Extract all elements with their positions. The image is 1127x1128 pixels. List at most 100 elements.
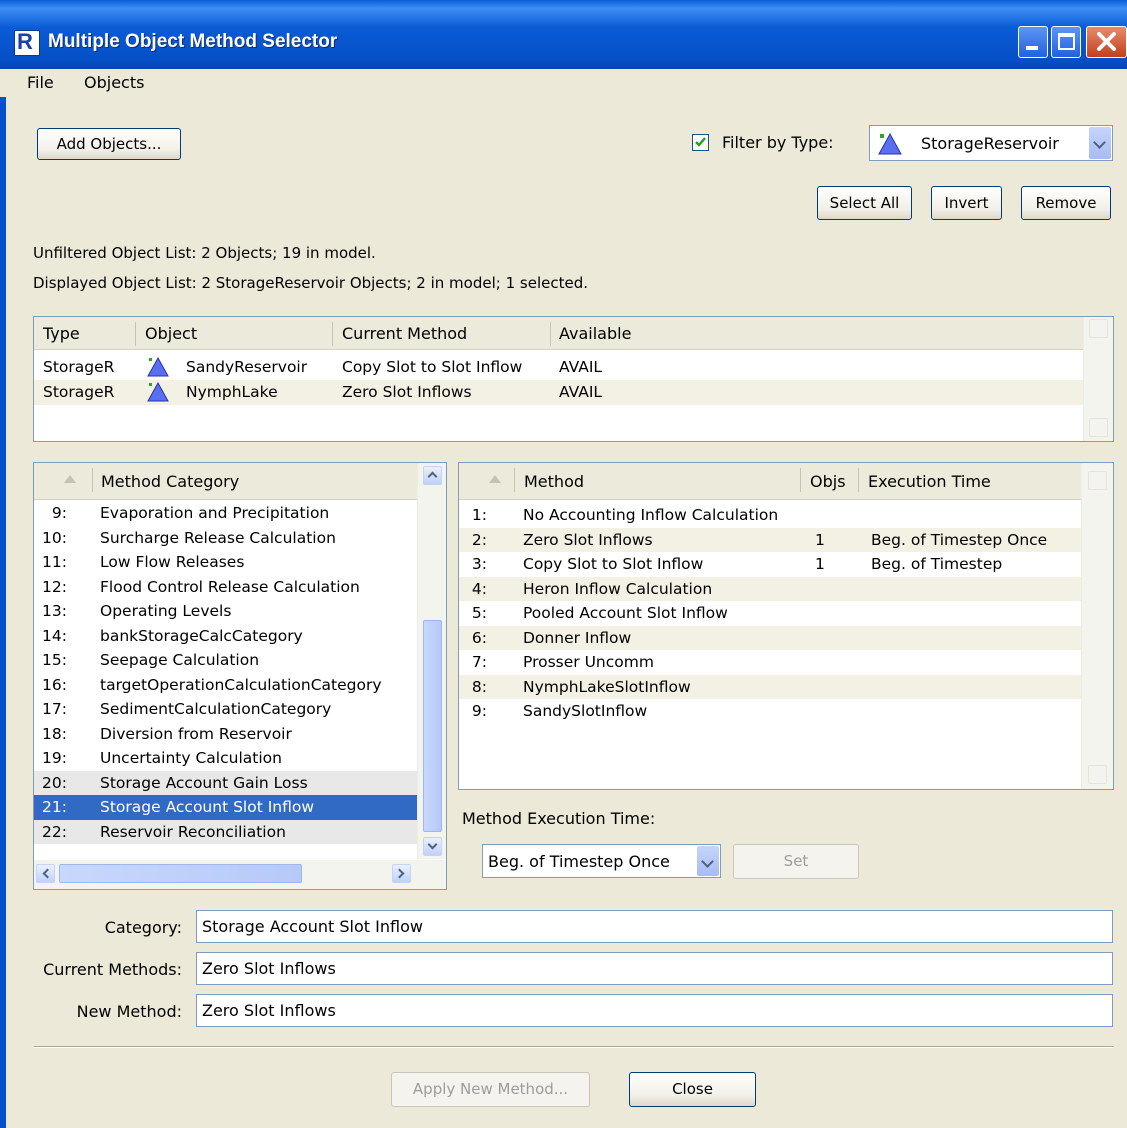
method-list-item[interactable]: 4: Heron Inflow Calculation: [459, 576, 1081, 601]
scroll-up-button[interactable]: [1089, 319, 1108, 338]
invert-button[interactable]: Invert: [931, 186, 1002, 220]
scroll-left-button[interactable]: [36, 864, 55, 883]
column-header-method-category[interactable]: Method Category: [101, 463, 239, 500]
category-name: targetOperationCalculationCategory: [100, 675, 382, 694]
close-window-button[interactable]: [1086, 26, 1127, 58]
chevron-down-icon: [1089, 127, 1111, 159]
category-list-item[interactable]: 17: SedimentCalculationCategory: [34, 697, 417, 722]
category-list-item[interactable]: 19: Uncertainty Calculation: [34, 746, 417, 771]
method-list-item[interactable]: 3: Copy Slot to Slot Inflow 1 Beg. of Times…: [459, 552, 1081, 577]
scroll-thumb-horizontal[interactable]: [59, 864, 302, 883]
checkmark-icon: [695, 137, 706, 147]
category-name: Surcharge Release Calculation: [100, 528, 336, 547]
category-list-item[interactable]: 21: Storage Account Slot Inflow: [34, 795, 417, 820]
scroll-down-button[interactable]: [423, 837, 442, 856]
type-filter-value: StorageReservoir: [921, 134, 1059, 153]
execution-time-value: Beg. of Timestep Once: [488, 852, 670, 871]
method-list-item[interactable]: 2: Zero Slot Inflows 1 Beg. of Timestep Onc…: [459, 527, 1081, 552]
remove-button[interactable]: Remove: [1021, 186, 1111, 220]
category-list-vscrollbar[interactable]: [417, 463, 446, 859]
method-execution-time: Beg. of Timestep: [871, 555, 1003, 573]
method-execution-time-label: Method Execution Time:: [462, 809, 656, 828]
method-list-item[interactable]: 6: Donner Inflow: [459, 625, 1081, 650]
category-number: 18:: [42, 724, 67, 743]
object-current-method: Copy Slot to Slot Inflow: [342, 358, 523, 376]
method-name: No Accounting Inflow Calculation: [523, 506, 779, 524]
method-list-item[interactable]: 7: Prosser Uncomm: [459, 650, 1081, 675]
method-list-item[interactable]: 5: Pooled Account Slot Inflow: [459, 601, 1081, 626]
sort-arrow-icon: [64, 475, 76, 483]
method-execution-time: Beg. of Timestep Once: [871, 530, 1048, 549]
category-name: Low Flow Releases: [100, 553, 245, 571]
method-list-item[interactable]: 8: NymphLakeSlotInflow: [459, 674, 1081, 699]
method-number: 2:: [471, 530, 487, 549]
new-method-field[interactable]: Zero Slot Inflows: [196, 994, 1113, 1027]
method-name: Prosser Uncomm: [523, 653, 654, 671]
category-list-item[interactable]: 22: Reservoir Reconciliation: [34, 819, 417, 844]
method-number: 8:: [471, 677, 487, 696]
displayed-summary: Displayed Object List: 2 StorageReservoi…: [33, 274, 588, 292]
filter-by-type-checkbox[interactable]: [692, 134, 709, 151]
menu-objects[interactable]: Objects: [84, 73, 144, 92]
new-method-label: New Method:: [76, 1002, 182, 1021]
method-number: 4:: [471, 579, 487, 598]
maximize-button[interactable]: [1051, 26, 1081, 58]
scroll-up-button[interactable]: [1088, 471, 1107, 490]
category-list-hscrollbar[interactable]: [34, 860, 446, 889]
category-list-item[interactable]: 13: Operating Levels: [34, 599, 417, 624]
category-number: 12:: [42, 577, 67, 596]
type-filter-select[interactable]: StorageReservoir: [869, 125, 1113, 161]
minimize-button[interactable]: [1018, 26, 1048, 58]
scroll-right-button[interactable]: [392, 864, 411, 883]
app-icon: R: [14, 29, 40, 56]
scroll-down-button[interactable]: [1088, 765, 1107, 784]
object-table-scrollbar[interactable]: [1083, 317, 1113, 441]
method-list-item[interactable]: 1: No Accounting Inflow Calculation: [459, 503, 1081, 528]
table-row[interactable]: StorageR SandyReservoir Copy Slot to Slo…: [34, 355, 1083, 380]
category-list-item[interactable]: 10: Surcharge Release Calculation: [34, 526, 417, 551]
category-list-item[interactable]: 9: Evaporation and Precipitation: [34, 501, 417, 526]
column-header-method[interactable]: Method: [524, 463, 584, 500]
category-list-item[interactable]: 16: targetOperationCalculationCategory: [34, 673, 417, 698]
scroll-thumb[interactable]: [423, 620, 442, 832]
column-header-object[interactable]: Object: [145, 317, 197, 350]
column-header-execution-time[interactable]: Execution Time: [868, 463, 991, 500]
method-objs: 1: [815, 555, 825, 573]
method-list: Method Objs Execution Time 1: No Accounti…: [458, 462, 1114, 790]
menu-file[interactable]: File: [27, 73, 54, 92]
method-category-list: Method Category 9: Evaporation and Precip…: [33, 462, 447, 890]
category-list-item[interactable]: 11: Low Flow Releases: [34, 550, 417, 575]
select-all-button[interactable]: Select All: [817, 186, 912, 220]
table-row[interactable]: StorageR NymphLake Zero Slot Inflows AVA…: [34, 380, 1083, 405]
category-list-item[interactable]: 12: Flood Control Release Calculation: [34, 575, 417, 600]
apply-new-method-button[interactable]: Apply New Method...: [391, 1072, 590, 1107]
column-header-objs[interactable]: Objs: [810, 463, 846, 500]
current-methods-field[interactable]: Zero Slot Inflows: [196, 952, 1113, 985]
category-name: Operating Levels: [100, 602, 232, 620]
column-header-type[interactable]: Type: [43, 317, 80, 350]
add-objects-button[interactable]: Add Objects...: [37, 128, 181, 160]
set-button[interactable]: Set: [733, 844, 859, 879]
scroll-down-button[interactable]: [1089, 418, 1108, 437]
scroll-up-button[interactable]: [423, 466, 442, 485]
category-list-item[interactable]: 20: Storage Account Gain Loss: [34, 770, 417, 795]
category-number: 13:: [42, 602, 67, 620]
unfiltered-summary: Unfiltered Object List: 2 Objects; 19 in…: [33, 244, 376, 262]
category-list-item[interactable]: 15: Seepage Calculation: [34, 648, 417, 673]
category-number: 21:: [42, 798, 67, 816]
category-name: Flood Control Release Calculation: [100, 577, 360, 596]
column-header-available[interactable]: Available: [559, 317, 631, 350]
method-list-scrollbar[interactable]: [1081, 463, 1113, 789]
category-field[interactable]: Storage Account Slot Inflow: [196, 910, 1113, 943]
category-number: 14:: [42, 626, 67, 645]
method-name: Zero Slot Inflows: [523, 530, 653, 549]
column-header-current-method[interactable]: Current Method: [342, 317, 467, 350]
method-name: NymphLakeSlotInflow: [523, 677, 691, 696]
close-button[interactable]: Close: [629, 1072, 756, 1107]
execution-time-select[interactable]: Beg. of Timestep Once: [482, 844, 721, 878]
category-list-item[interactable]: 14: bankStorageCalcCategory: [34, 624, 417, 649]
category-number: 15:: [42, 651, 67, 669]
category-list-item[interactable]: 18: Diversion from Reservoir: [34, 722, 417, 747]
method-list-item[interactable]: 9: SandySlotInflow: [459, 699, 1081, 724]
title-bar[interactable]: R Multiple Object Method Selector: [0, 0, 1127, 69]
